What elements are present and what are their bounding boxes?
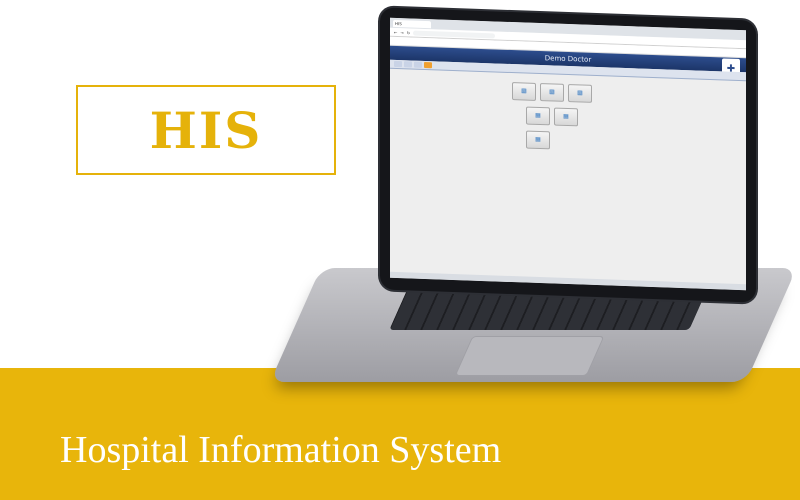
- banner-title: Hospital Information System: [60, 429, 502, 471]
- laptop-screen: HIS ← → ↻ Demo Doctor ✚ ▦ ▦ ▦ ▦ ▦ ▦: [390, 17, 746, 291]
- module-tile-6[interactable]: ▦: [526, 130, 550, 150]
- chart-icon: ▦: [563, 112, 569, 121]
- chart-icon: ▦: [521, 87, 527, 95]
- his-logo-text: HIS: [149, 100, 263, 160]
- nav-tab-1[interactable]: [394, 60, 402, 68]
- module-tile-5[interactable]: ▦: [554, 107, 578, 127]
- module-tile-2[interactable]: ▦: [540, 83, 564, 102]
- app-content: ▦ ▦ ▦ ▦ ▦ ▦: [390, 78, 746, 284]
- laptop-lid: HIS ← → ↻ Demo Doctor ✚ ▦ ▦ ▦ ▦ ▦ ▦: [380, 7, 756, 303]
- back-icon[interactable]: ←: [394, 29, 397, 34]
- reload-icon[interactable]: ↻: [407, 30, 410, 35]
- laptop-trackpad: [454, 336, 605, 376]
- nav-tab-3[interactable]: [414, 61, 422, 68]
- chart-icon: ▦: [535, 135, 541, 144]
- module-tile-1[interactable]: ▦: [512, 82, 536, 101]
- chart-icon: ▦: [549, 88, 555, 96]
- nav-tab-4[interactable]: [424, 61, 432, 69]
- address-field[interactable]: [413, 30, 496, 38]
- chart-icon: ▦: [535, 111, 541, 120]
- forward-icon[interactable]: →: [400, 30, 403, 35]
- browser-tab-label: HIS: [395, 20, 402, 26]
- module-tile-3[interactable]: ▦: [568, 84, 592, 103]
- module-tile-4[interactable]: ▦: [526, 106, 550, 126]
- chart-icon: ▦: [577, 89, 583, 97]
- nav-tab-2[interactable]: [404, 61, 412, 68]
- browser-tab[interactable]: HIS: [393, 19, 431, 28]
- his-logo-box: HIS: [76, 85, 336, 175]
